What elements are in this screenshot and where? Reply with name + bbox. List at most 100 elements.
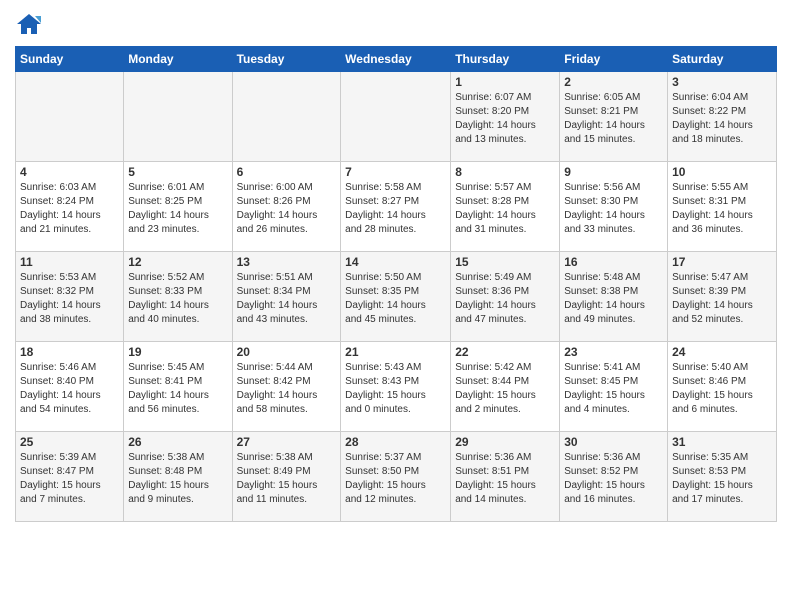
- calendar-cell: 29 Sunrise: 5:36 AM Sunset: 8:51 PM Dayli…: [451, 432, 560, 522]
- day-info: Sunrise: 5:45 AM Sunset: 8:41 PM Dayligh…: [128, 361, 227, 417]
- calendar-cell: [341, 72, 451, 162]
- day-number: 20: [237, 345, 337, 359]
- calendar-cell: 14 Sunrise: 5:50 AM Sunset: 8:35 PM Dayli…: [341, 252, 451, 342]
- day-info: Sunrise: 5:48 AM Sunset: 8:38 PM Dayligh…: [564, 271, 663, 327]
- day-number: 28: [345, 435, 446, 449]
- calendar-header-saturday: Saturday: [668, 47, 777, 72]
- day-info: Sunrise: 5:50 AM Sunset: 8:35 PM Dayligh…: [345, 271, 446, 327]
- day-info: Sunrise: 6:01 AM Sunset: 8:25 PM Dayligh…: [128, 181, 227, 237]
- day-number: 12: [128, 255, 227, 269]
- day-number: 4: [20, 165, 119, 179]
- calendar-cell: 15 Sunrise: 5:49 AM Sunset: 8:36 PM Dayli…: [451, 252, 560, 342]
- day-info: Sunrise: 5:37 AM Sunset: 8:50 PM Dayligh…: [345, 451, 446, 507]
- calendar-cell: 2 Sunrise: 6:05 AM Sunset: 8:21 PM Daylig…: [560, 72, 668, 162]
- calendar-header-friday: Friday: [560, 47, 668, 72]
- day-number: 8: [455, 165, 555, 179]
- day-info: Sunrise: 5:47 AM Sunset: 8:39 PM Dayligh…: [672, 271, 772, 327]
- calendar-cell: 19 Sunrise: 5:45 AM Sunset: 8:41 PM Dayli…: [124, 342, 232, 432]
- day-number: 31: [672, 435, 772, 449]
- calendar-header-tuesday: Tuesday: [232, 47, 341, 72]
- day-info: Sunrise: 5:56 AM Sunset: 8:30 PM Dayligh…: [564, 181, 663, 237]
- day-number: 2: [564, 75, 663, 89]
- day-number: 23: [564, 345, 663, 359]
- calendar-cell: 12 Sunrise: 5:52 AM Sunset: 8:33 PM Dayli…: [124, 252, 232, 342]
- calendar-cell: 7 Sunrise: 5:58 AM Sunset: 8:27 PM Daylig…: [341, 162, 451, 252]
- day-info: Sunrise: 5:44 AM Sunset: 8:42 PM Dayligh…: [237, 361, 337, 417]
- day-number: 6: [237, 165, 337, 179]
- day-info: Sunrise: 5:53 AM Sunset: 8:32 PM Dayligh…: [20, 271, 119, 327]
- calendar-cell: 18 Sunrise: 5:46 AM Sunset: 8:40 PM Dayli…: [16, 342, 124, 432]
- calendar-cell: 20 Sunrise: 5:44 AM Sunset: 8:42 PM Dayli…: [232, 342, 341, 432]
- day-info: Sunrise: 6:05 AM Sunset: 8:21 PM Dayligh…: [564, 91, 663, 147]
- day-info: Sunrise: 5:51 AM Sunset: 8:34 PM Dayligh…: [237, 271, 337, 327]
- day-number: 11: [20, 255, 119, 269]
- day-number: 1: [455, 75, 555, 89]
- calendar-header-wednesday: Wednesday: [341, 47, 451, 72]
- calendar-cell: 30Sunrise: 5:36 AM Sunset: 8:52 PM Dayli…: [560, 432, 668, 522]
- calendar-cell: 3 Sunrise: 6:04 AM Sunset: 8:22 PM Daylig…: [668, 72, 777, 162]
- calendar-header-monday: Monday: [124, 47, 232, 72]
- calendar-cell: 26 Sunrise: 5:38 AM Sunset: 8:48 PM Dayli…: [124, 432, 232, 522]
- calendar-header-thursday: Thursday: [451, 47, 560, 72]
- calendar-cell: 9Sunrise: 5:56 AM Sunset: 8:30 PM Daylig…: [560, 162, 668, 252]
- day-number: 5: [128, 165, 227, 179]
- day-info: Sunrise: 6:04 AM Sunset: 8:22 PM Dayligh…: [672, 91, 772, 147]
- calendar-table: SundayMondayTuesdayWednesdayThursdayFrid…: [15, 46, 777, 522]
- day-number: 26: [128, 435, 227, 449]
- day-info: Sunrise: 5:58 AM Sunset: 8:27 PM Dayligh…: [345, 181, 446, 237]
- calendar-cell: 13 Sunrise: 5:51 AM Sunset: 8:34 PM Dayli…: [232, 252, 341, 342]
- day-number: 30: [564, 435, 663, 449]
- calendar-cell: [232, 72, 341, 162]
- calendar-body: 1 Sunrise: 6:07 AM Sunset: 8:20 PM Daylig…: [16, 72, 777, 522]
- day-number: 24: [672, 345, 772, 359]
- page-header: [15, 10, 777, 38]
- calendar-cell: 6 Sunrise: 6:00 AM Sunset: 8:26 PM Daylig…: [232, 162, 341, 252]
- calendar-cell: 27 Sunrise: 5:38 AM Sunset: 8:49 PM Dayli…: [232, 432, 341, 522]
- calendar-cell: 25Sunrise: 5:39 AM Sunset: 8:47 PM Dayli…: [16, 432, 124, 522]
- calendar-cell: 21Sunrise: 5:43 AM Sunset: 8:43 PM Dayli…: [341, 342, 451, 432]
- calendar-cell: 24 Sunrise: 5:40 AM Sunset: 8:46 PM Dayli…: [668, 342, 777, 432]
- day-info: Sunrise: 5:38 AM Sunset: 8:49 PM Dayligh…: [237, 451, 337, 507]
- calendar-cell: 10 Sunrise: 5:55 AM Sunset: 8:31 PM Dayli…: [668, 162, 777, 252]
- day-info: Sunrise: 5:38 AM Sunset: 8:48 PM Dayligh…: [128, 451, 227, 507]
- day-number: 7: [345, 165, 446, 179]
- calendar-cell: 4 Sunrise: 6:03 AM Sunset: 8:24 PM Daylig…: [16, 162, 124, 252]
- day-number: 25: [20, 435, 119, 449]
- day-info: Sunrise: 5:52 AM Sunset: 8:33 PM Dayligh…: [128, 271, 227, 327]
- day-info: Sunrise: 6:00 AM Sunset: 8:26 PM Dayligh…: [237, 181, 337, 237]
- calendar-cell: 8 Sunrise: 5:57 AM Sunset: 8:28 PM Daylig…: [451, 162, 560, 252]
- day-info: Sunrise: 5:57 AM Sunset: 8:28 PM Dayligh…: [455, 181, 555, 237]
- logo: [15, 10, 47, 38]
- day-info: Sunrise: 6:03 AM Sunset: 8:24 PM Dayligh…: [20, 181, 119, 237]
- day-number: 13: [237, 255, 337, 269]
- day-info: Sunrise: 5:40 AM Sunset: 8:46 PM Dayligh…: [672, 361, 772, 417]
- calendar-header: SundayMondayTuesdayWednesdayThursdayFrid…: [16, 47, 777, 72]
- day-number: 29: [455, 435, 555, 449]
- calendar-cell: [124, 72, 232, 162]
- day-number: 14: [345, 255, 446, 269]
- calendar-cell: 11 Sunrise: 5:53 AM Sunset: 8:32 PM Dayli…: [16, 252, 124, 342]
- logo-icon: [15, 10, 43, 38]
- day-number: 17: [672, 255, 772, 269]
- day-info: Sunrise: 5:36 AM Sunset: 8:51 PM Dayligh…: [455, 451, 555, 507]
- calendar-cell: 28 Sunrise: 5:37 AM Sunset: 8:50 PM Dayli…: [341, 432, 451, 522]
- calendar-header-sunday: Sunday: [16, 47, 124, 72]
- day-info: Sunrise: 6:07 AM Sunset: 8:20 PM Dayligh…: [455, 91, 555, 147]
- day-number: 15: [455, 255, 555, 269]
- day-number: 27: [237, 435, 337, 449]
- day-number: 10: [672, 165, 772, 179]
- calendar-cell: 5 Sunrise: 6:01 AM Sunset: 8:25 PM Daylig…: [124, 162, 232, 252]
- day-number: 19: [128, 345, 227, 359]
- calendar-cell: 22Sunrise: 5:42 AM Sunset: 8:44 PM Dayli…: [451, 342, 560, 432]
- calendar-cell: 23Sunrise: 5:41 AM Sunset: 8:45 PM Dayli…: [560, 342, 668, 432]
- day-number: 18: [20, 345, 119, 359]
- day-info: Sunrise: 5:35 AM Sunset: 8:53 PM Dayligh…: [672, 451, 772, 507]
- day-info: Sunrise: 5:49 AM Sunset: 8:36 PM Dayligh…: [455, 271, 555, 327]
- calendar-cell: [16, 72, 124, 162]
- day-info: Sunrise: 5:46 AM Sunset: 8:40 PM Dayligh…: [20, 361, 119, 417]
- day-number: 16: [564, 255, 663, 269]
- day-number: 3: [672, 75, 772, 89]
- day-info: Sunrise: 5:55 AM Sunset: 8:31 PM Dayligh…: [672, 181, 772, 237]
- calendar-cell: 17 Sunrise: 5:47 AM Sunset: 8:39 PM Dayli…: [668, 252, 777, 342]
- calendar-cell: 31 Sunrise: 5:35 AM Sunset: 8:53 PM Dayli…: [668, 432, 777, 522]
